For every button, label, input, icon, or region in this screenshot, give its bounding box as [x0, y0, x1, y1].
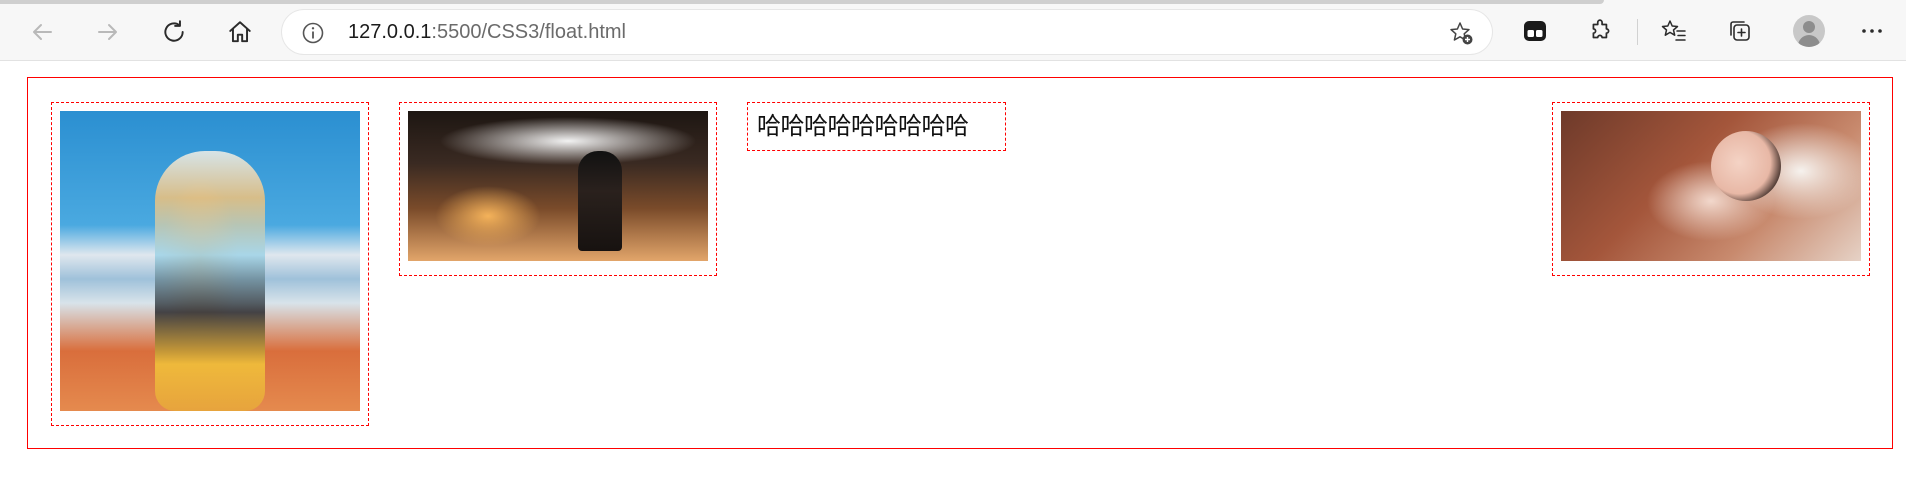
- url-path: :5500/CSS3/float.html: [431, 21, 626, 43]
- photo-girl-pillow: [1561, 111, 1861, 261]
- tab-strip: [0, 0, 1906, 4]
- collections-icon: [1730, 21, 1750, 41]
- app-extension-button[interactable]: [1515, 11, 1555, 51]
- url-host: 127.0.0.1: [348, 21, 432, 43]
- photo-girl-umbrella: [408, 111, 708, 261]
- home-button[interactable]: [220, 12, 260, 52]
- address-bar[interactable]: 127.0.0.1:5500/CSS3/float.html: [282, 10, 1492, 54]
- forward-button[interactable]: [88, 12, 128, 52]
- float-box-photo-right: [1552, 102, 1870, 276]
- url-text[interactable]: 127.0.0.1:5500/CSS3/float.html: [348, 21, 626, 43]
- more-icon: [1862, 29, 1882, 33]
- float-box-photo-1: [51, 102, 369, 426]
- photo-subject: [1711, 131, 1781, 201]
- toolbar-separator: [1637, 19, 1638, 45]
- collections-button[interactable]: [1720, 11, 1760, 51]
- star-plus-icon[interactable]: [1448, 20, 1474, 51]
- refresh-icon: [164, 20, 184, 42]
- home-icon: [229, 21, 251, 43]
- photo-girl-stadium: [60, 111, 360, 411]
- active-tab-edge[interactable]: [0, 0, 1604, 4]
- more-menu-button[interactable]: [1852, 11, 1892, 51]
- profile-avatar-icon[interactable]: [1793, 15, 1825, 47]
- photo-subject: [578, 151, 622, 251]
- avatar-head: [1803, 21, 1815, 33]
- extensions-button[interactable]: [1581, 11, 1621, 51]
- info-icon[interactable]: [301, 21, 325, 50]
- avatar-body: [1798, 35, 1820, 47]
- favorites-button[interactable]: [1654, 11, 1694, 51]
- favorites-icon: [1661, 20, 1686, 41]
- back-button[interactable]: [22, 12, 62, 52]
- float-box-photo-2: [399, 102, 717, 276]
- refresh-button[interactable]: [154, 12, 194, 52]
- float-container: 哈哈哈哈哈哈哈哈哈: [27, 77, 1893, 449]
- photo-subject: [155, 151, 265, 411]
- page-viewport: 哈哈哈哈哈哈哈哈哈: [0, 62, 1906, 495]
- arrow-left-icon: [33, 24, 52, 40]
- float-box-text: 哈哈哈哈哈哈哈哈哈: [747, 102, 1006, 151]
- arrow-right-icon: [98, 24, 117, 40]
- float-text: 哈哈哈哈哈哈哈哈哈: [757, 112, 969, 140]
- puzzle-icon: [1592, 19, 1610, 39]
- browser-toolbar: 127.0.0.1:5500/CSS3/float.html: [0, 0, 1906, 61]
- app-extension-icon: [1524, 21, 1546, 41]
